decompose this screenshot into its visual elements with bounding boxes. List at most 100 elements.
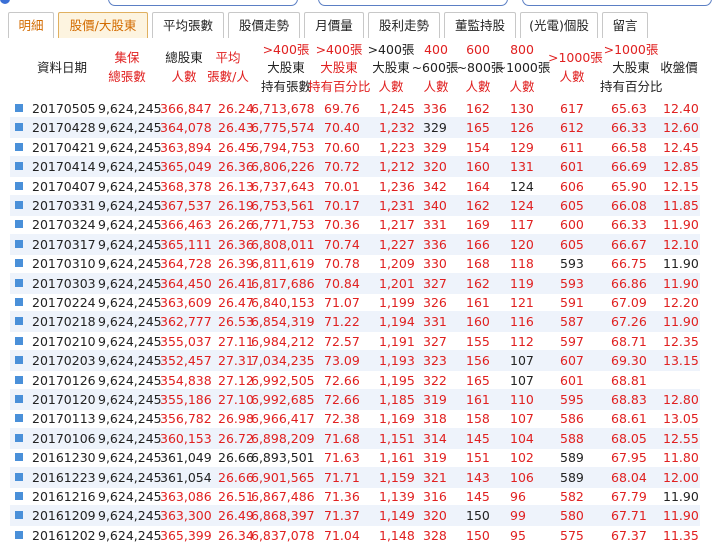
table-row[interactable]: 20170505 9,624,245 366,847 26.24 6,713,678 69… (10, 98, 700, 119)
top-button-1[interactable] (108, 0, 298, 6)
cell-r8: 104 (510, 430, 534, 446)
row-marker-icon (15, 278, 23, 287)
cell-holders: 366,463 (160, 217, 212, 233)
cell-pct: 71.37 (324, 508, 360, 524)
cell-big: 6,840,153 (251, 295, 315, 310)
header-1000-pct-3: 持有百分比 (600, 79, 663, 94)
tab-price-trend[interactable]: 股價走勢 (228, 12, 300, 38)
cell-avg: 27.10 (218, 392, 254, 407)
cell-avg: 26.26 (218, 217, 254, 233)
cell-pct: 70.60 (324, 139, 360, 155)
cell-r4: 318 (423, 411, 447, 427)
table-row[interactable]: 20161202 9,624,245 365,399 26.34 6,837,078 71… (10, 525, 700, 546)
top-button-3[interactable] (522, 0, 712, 6)
table-row[interactable]: 20170303 9,624,245 364,450 26.41 6,817,686 70… (10, 272, 700, 294)
table-row[interactable]: 20170331 9,624,245 367,537 26.19 6,753,561 70… (10, 195, 700, 216)
tab-detail[interactable]: 明細 (8, 12, 54, 38)
cell-avg: 26.51 (218, 489, 254, 504)
cell-date: 20170310 (32, 256, 96, 272)
cell-r6: 165 (466, 120, 490, 136)
cell-avg: 26.19 (218, 198, 254, 213)
table-row[interactable]: 20161209 9,624,245 363,300 26.49 6,868,397 71… (10, 505, 700, 527)
table-row[interactable]: 20170421 9,624,245 363,894 26.45 6,794,753 70… (10, 137, 700, 158)
tab-bar: 明細 股價/大股東 平均張數 股價走勢 月價量 股利走勢 董監持股 (光電)個股… (8, 12, 720, 38)
cell-holders: 352,457 (160, 353, 212, 369)
table-row[interactable]: 20170324 9,624,245 366,463 26.26 6,771,753 70… (10, 214, 700, 235)
cell-date: 20170317 (32, 236, 96, 252)
cell-r8: 107 (510, 411, 534, 427)
cell-k2: 66.33 (611, 120, 647, 136)
table-row[interactable]: 20170120 9,624,245 355,186 27.10 6,992,685 72… (10, 389, 700, 410)
top-toolbar-strip (0, 0, 720, 8)
table-row[interactable]: 20170106 9,624,245 360,153 26.72 6,898,209 71… (10, 427, 700, 449)
tab-monthly-volume[interactable]: 月價量 (304, 12, 364, 38)
cell-shares: 9,624,245 (98, 353, 162, 369)
header-1000-ppl-1: >1000張 (548, 50, 603, 65)
table-row[interactable]: 20161223 9,624,245 361,054 26.66 6,901,565 71… (10, 466, 700, 488)
cell-close: 12.10 (663, 236, 699, 252)
cell-close: 11.90 (663, 489, 699, 504)
cell-close: 11.35 (663, 527, 699, 543)
table-row[interactable]: 20161230 9,624,245 361,049 26.66 6,893,501 71… (10, 447, 700, 468)
cell-close: 11.90 (663, 275, 699, 291)
cell-r8: 124 (510, 198, 534, 213)
cell-avg: 26.53 (218, 314, 254, 330)
cell-close: 11.90 (663, 314, 699, 330)
table-row[interactable]: 20170113 9,624,245 356,782 26.98 6,966,417 72… (10, 408, 700, 429)
cell-date: 20170428 (32, 120, 96, 136)
tab-price-major-holders[interactable]: 股價/大股東 (58, 12, 148, 38)
top-button-2[interactable] (318, 0, 508, 6)
table-row[interactable]: 20170224 9,624,245 363,609 26.47 6,840,153 71… (10, 292, 700, 313)
row-marker-icon (15, 181, 23, 190)
table-row[interactable]: 20170126 9,624,245 354,838 27.12 6,992,505 72… (10, 370, 700, 391)
cell-shares: 9,624,245 (98, 198, 162, 213)
cell-big: 6,808,011 (251, 236, 315, 252)
row-marker-icon (15, 220, 23, 229)
tab-director-holdings[interactable]: 董監持股 (444, 12, 516, 38)
cell-k2: 67.09 (611, 295, 647, 310)
table-row[interactable]: 20170317 9,624,245 365,111 26.36 6,808,011 70… (10, 233, 700, 255)
cell-close: 12.40 (663, 101, 699, 116)
cell-r4: 330 (423, 256, 447, 272)
table-row[interactable]: 20170310 9,624,245 364,728 26.39 6,811,619 70… (10, 253, 700, 274)
cell-avg: 27.31 (218, 353, 254, 369)
cell-date: 20170218 (32, 314, 96, 330)
tab-sector-stocks[interactable]: (光電)個股 (520, 12, 598, 38)
cell-k1: 607 (560, 353, 584, 369)
cell-avg: 26.36 (218, 236, 254, 252)
cell-holders: 365,049 (160, 159, 212, 175)
cell-close: 11.85 (663, 198, 699, 213)
cell-r6: 155 (466, 333, 490, 349)
cell-date: 20170113 (32, 411, 96, 427)
cell-big: 6,867,486 (251, 489, 315, 504)
cell-r6: 168 (466, 256, 490, 272)
cell-pct: 72.38 (324, 411, 360, 427)
tab-comments[interactable]: 留言 (602, 12, 648, 38)
row-marker-icon (15, 472, 23, 481)
cell-big: 6,753,561 (251, 198, 315, 213)
cell-r4: 321 (423, 469, 447, 485)
table-row[interactable]: 20170428 9,624,245 364,078 26.43 6,775,574 70… (10, 117, 700, 139)
cell-pct: 70.40 (324, 120, 360, 136)
cell-big: 6,992,505 (251, 372, 315, 388)
cell-big: 6,898,209 (251, 430, 315, 446)
table-row[interactable]: 20161216 9,624,245 363,086 26.51 6,867,486 71… (10, 486, 700, 507)
header-avg-2: 張數/人 (207, 69, 249, 84)
tab-dividend-trend[interactable]: 股利走勢 (368, 12, 440, 38)
cell-date: 20161230 (32, 450, 96, 466)
table-row[interactable]: 20170407 9,624,245 368,378 26.13 6,737,643 70… (10, 176, 700, 197)
cell-r4: 336 (423, 236, 447, 252)
table-row[interactable]: 20170203 9,624,245 352,457 27.31 7,034,235 73… (10, 350, 700, 372)
tab-avg-shares[interactable]: 平均張數 (152, 12, 224, 38)
cell-shares: 9,624,245 (98, 411, 162, 427)
cell-k1: 606 (560, 178, 584, 194)
row-marker-icon (15, 375, 23, 384)
cell-r8: 96 (510, 489, 526, 504)
cell-holders: 365,111 (160, 236, 212, 252)
table-row[interactable]: 20170210 9,624,245 355,037 27.11 6,984,212 72… (10, 331, 700, 352)
table-row[interactable]: 20170414 9,624,245 365,049 26.36 6,806,226 70… (10, 156, 700, 178)
row-marker-icon (15, 511, 23, 520)
cell-k1: 580 (560, 508, 584, 524)
cell-r4: 327 (423, 275, 447, 291)
table-row[interactable]: 20170218 9,624,245 362,777 26.53 6,854,319 71… (10, 311, 700, 333)
